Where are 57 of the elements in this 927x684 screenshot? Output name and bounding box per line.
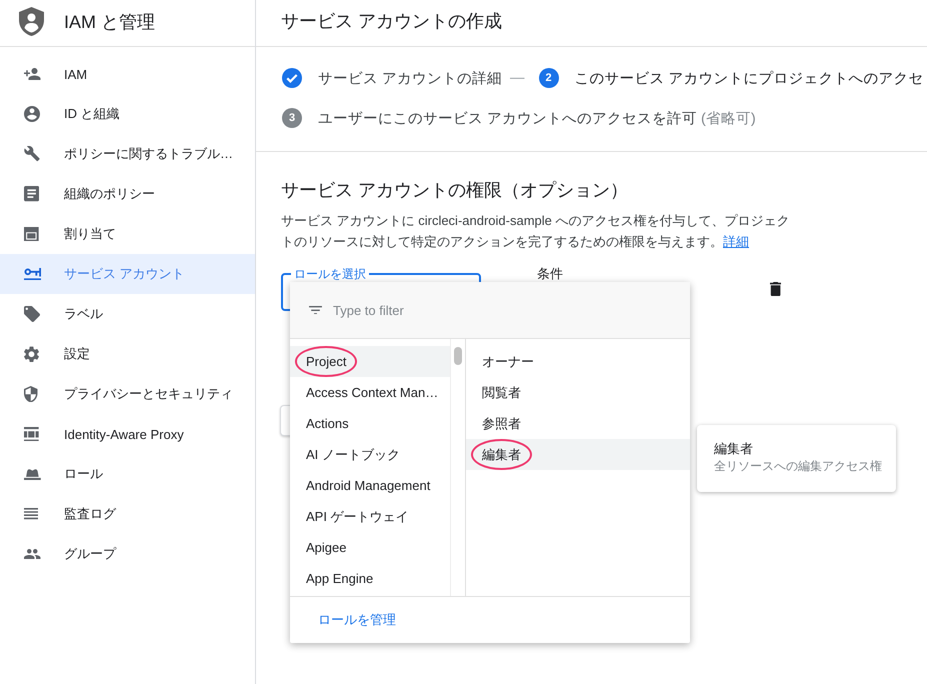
filter-input[interactable]: Type to filter — [333, 302, 653, 318]
category-item[interactable]: Actions — [290, 408, 450, 439]
category-item[interactable]: App Engine — [290, 563, 450, 594]
sidebar-item[interactable]: Identity-Aware Proxy — [0, 414, 255, 454]
category-item[interactable]: Android Management — [290, 470, 450, 501]
sidebar-item[interactable]: グループ — [0, 534, 255, 574]
grid-icon — [24, 426, 39, 442]
role-option[interactable]: 閲覧者 — [466, 377, 690, 408]
role-option[interactable]: オーナー — [466, 346, 690, 377]
category-item[interactable]: Project — [290, 346, 450, 377]
sidebar-item[interactable]: ロール — [0, 454, 255, 494]
shield-icon — [24, 386, 38, 402]
app-title: IAM と管理 — [64, 10, 156, 34]
sidebar-item[interactable]: ラベル — [0, 294, 255, 334]
scrollbar-thumb[interactable] — [454, 347, 462, 365]
category-item[interactable]: AI ノートブック — [290, 439, 450, 470]
step-label: ユーザーにこのサービス アカウントへのアクセスを許可 — [318, 110, 698, 128]
people-icon — [24, 548, 40, 560]
tooltip-title: 編集者 — [714, 440, 754, 458]
sidebar-item[interactable]: プライバシーとセキュリティ — [0, 374, 255, 414]
learn-more-link[interactable]: 詳細 — [723, 234, 749, 249]
wrench-icon — [24, 146, 40, 162]
role-option[interactable]: 参照者 — [466, 408, 690, 439]
step-number: 3 — [282, 108, 302, 128]
sidebar-item[interactable]: IAM — [0, 54, 255, 94]
delete-icon[interactable] — [770, 282, 781, 296]
person-add-icon — [24, 68, 40, 80]
step-label: サービス アカウントの詳細 — [318, 70, 502, 88]
sidebar-item[interactable]: 組織のポリシー — [0, 174, 255, 214]
manage-roles-link[interactable]: ロールを管理 — [318, 611, 396, 629]
role-option[interactable]: 編集者 — [466, 439, 690, 470]
section-title: サービス アカウントの権限（オプション） — [281, 179, 630, 202]
optional-note: (省略可) — [701, 110, 756, 128]
step-separator: — — [510, 70, 525, 86]
sidebar-item[interactable]: 割り当て — [0, 214, 255, 254]
settings-icon — [24, 346, 39, 362]
step-number: 2 — [538, 68, 559, 88]
boxed-square-icon — [24, 226, 39, 242]
tag-icon — [24, 306, 40, 322]
sidebar-item[interactable]: 設定 — [0, 334, 255, 374]
sidebar-item[interactable]: 監査ログ — [0, 494, 255, 534]
category-item[interactable]: Apigee — [290, 532, 450, 563]
hat-icon — [24, 468, 41, 480]
sidebar-item[interactable]: ID と組織 — [0, 94, 255, 134]
document-icon — [24, 186, 40, 202]
shield-person-icon — [19, 7, 44, 36]
step-label: このサービス アカウントにプロジェクトへのアクセ — [574, 70, 924, 88]
category-item[interactable]: Access Context Man… — [290, 377, 450, 408]
tooltip-description: 全リソースへの編集アクセス権 — [714, 458, 883, 475]
description-text: サービス アカウントに circleci-android-sample へのアクセス権を付与して、プロジェクトのリソースに対して特定のアクションを完了するための権限を与えます。詳細 — [281, 212, 790, 251]
page-title: サービス アカウントの作成 — [281, 10, 502, 33]
filter-icon — [309, 306, 322, 314]
condition-label: 条件 — [537, 266, 563, 282]
category-item[interactable]: API ゲートウェイ — [290, 501, 450, 532]
sidebar-item[interactable]: ポリシーに関するトラブル… — [0, 134, 255, 174]
key-icon — [24, 268, 42, 280]
list-icon — [24, 508, 38, 520]
